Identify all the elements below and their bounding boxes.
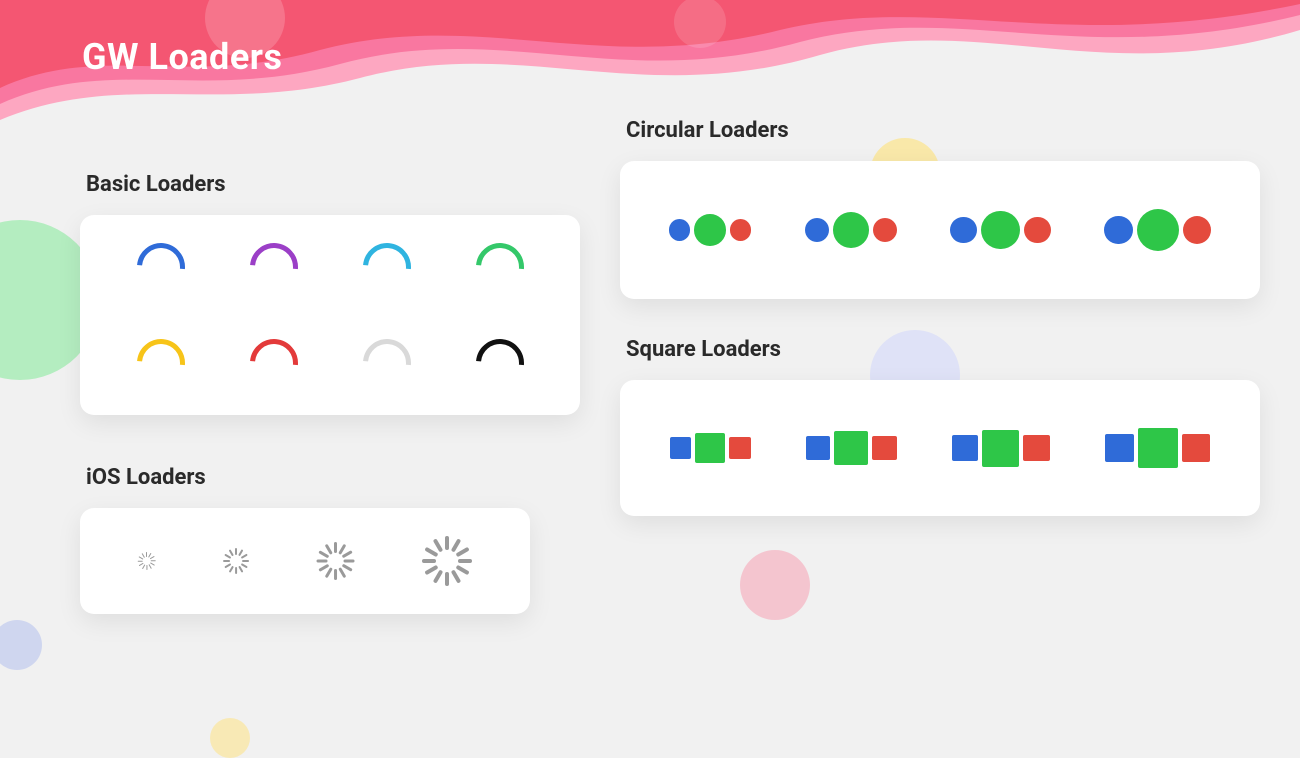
section-title-basic: Basic Loaders — [86, 172, 580, 197]
square-dot — [834, 431, 868, 465]
circle-dot — [805, 218, 829, 242]
section-title-circular: Circular Loaders — [626, 118, 1260, 143]
spinner-loader — [240, 233, 308, 301]
spinner-loader — [466, 233, 534, 301]
circle-dot — [694, 214, 726, 246]
square-dot — [1138, 428, 1178, 468]
sq-loader-group — [952, 430, 1050, 467]
circular-loaders-card — [620, 161, 1260, 299]
square-dot — [1105, 434, 1134, 463]
spinner-loader — [127, 329, 195, 397]
circle-dot — [1024, 217, 1051, 244]
ios-spinner — [138, 552, 156, 570]
decorative-circle — [210, 718, 250, 758]
spinner-loader — [466, 329, 534, 397]
basic-loaders-section: Basic Loaders — [80, 172, 580, 415]
dot-loader-group — [1104, 209, 1212, 251]
circle-dot — [950, 217, 977, 244]
circle-dot — [1104, 216, 1133, 245]
decorative-circle — [740, 550, 810, 620]
square-loaders-card — [620, 380, 1260, 516]
circle-dot — [873, 218, 897, 242]
section-title-ios: iOS Loaders — [86, 465, 530, 490]
square-dot — [806, 436, 830, 460]
square-dot — [1023, 435, 1050, 462]
square-loaders-section: Square Loaders — [620, 337, 1260, 516]
dot-loader-group — [950, 211, 1050, 250]
ios-loaders-card — [80, 508, 530, 614]
ios-spinner — [223, 548, 249, 574]
square-dot — [1182, 434, 1211, 463]
sq-loader-group — [670, 433, 751, 463]
page-title: GW Loaders — [82, 36, 282, 78]
dot-loader-group — [669, 214, 752, 246]
sq-loader-group — [1105, 428, 1211, 468]
decorative-circle — [0, 620, 42, 670]
basic-loaders-card — [80, 215, 580, 415]
spinner-loader — [353, 233, 421, 301]
square-dot — [872, 436, 896, 460]
circle-dot — [730, 219, 752, 241]
square-dot — [695, 433, 725, 463]
square-dot — [670, 437, 692, 459]
square-dot — [952, 435, 979, 462]
circular-loaders-section: Circular Loaders — [620, 118, 1260, 299]
sq-loader-group — [806, 431, 897, 465]
section-title-square: Square Loaders — [626, 337, 1260, 362]
square-dot — [729, 437, 751, 459]
circle-dot — [1137, 209, 1179, 251]
circle-dot — [981, 211, 1020, 250]
ios-spinner — [422, 536, 472, 586]
spinner-loader — [240, 329, 308, 397]
circle-dot — [833, 212, 869, 248]
circle-dot — [669, 219, 691, 241]
circle-dot — [1183, 216, 1212, 245]
square-dot — [982, 430, 1019, 467]
ios-loaders-section: iOS Loaders — [80, 465, 530, 614]
dot-loader-group — [805, 212, 898, 248]
ios-spinner — [317, 542, 355, 580]
spinner-loader — [353, 329, 421, 397]
spinner-loader — [127, 233, 195, 301]
